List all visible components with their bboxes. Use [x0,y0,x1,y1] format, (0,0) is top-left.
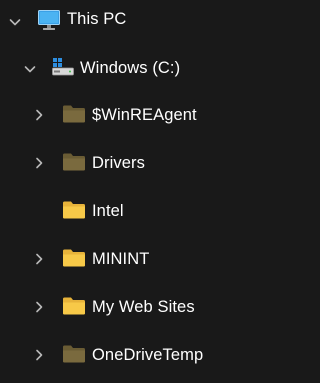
folder-icon [62,199,86,221]
tree-item-label: Intel [92,202,124,220]
tree-item-label: This PC [67,10,127,28]
folder-icon [62,295,86,317]
chevron-right-icon[interactable] [32,348,46,362]
folder-icon [62,343,86,365]
chevron-right-icon[interactable] [32,252,46,266]
tree-item-folder[interactable]: Intel [0,188,264,232]
tree-item-folder[interactable]: MININT [0,236,264,280]
tree-item-label: My Web Sites [92,298,195,316]
folder-icon [62,103,86,125]
tree-item-label: Windows (C:) [80,59,181,77]
folder-icon [62,247,86,269]
folder-tree: This PC Windows (C:) $WinREAgent Drivers… [0,0,264,383]
windows-drive-icon [51,56,75,78]
folder-icon [62,151,86,173]
tree-item-folder[interactable]: Drivers [0,140,264,184]
tree-item-windows-drive[interactable]: Windows (C:) [0,46,264,90]
tree-item-label: $WinREAgent [92,106,197,124]
chevron-down-icon[interactable] [8,15,22,29]
tree-item-label: Drivers [92,154,145,172]
tree-item-folder[interactable]: OneDriveTemp [0,332,264,376]
chevron-right-icon[interactable] [32,300,46,314]
chevron-right-icon[interactable] [32,156,46,170]
chevron-down-icon[interactable] [23,62,37,76]
tree-item-folder[interactable]: My Web Sites [0,284,264,328]
tree-item-label: MININT [92,250,150,268]
tree-item-folder[interactable]: $WinREAgent [0,92,264,136]
chevron-right-icon[interactable] [32,108,46,122]
monitor-icon [37,9,61,31]
tree-item-this-pc[interactable]: This PC [0,0,264,44]
tree-item-label: OneDriveTemp [92,346,204,364]
